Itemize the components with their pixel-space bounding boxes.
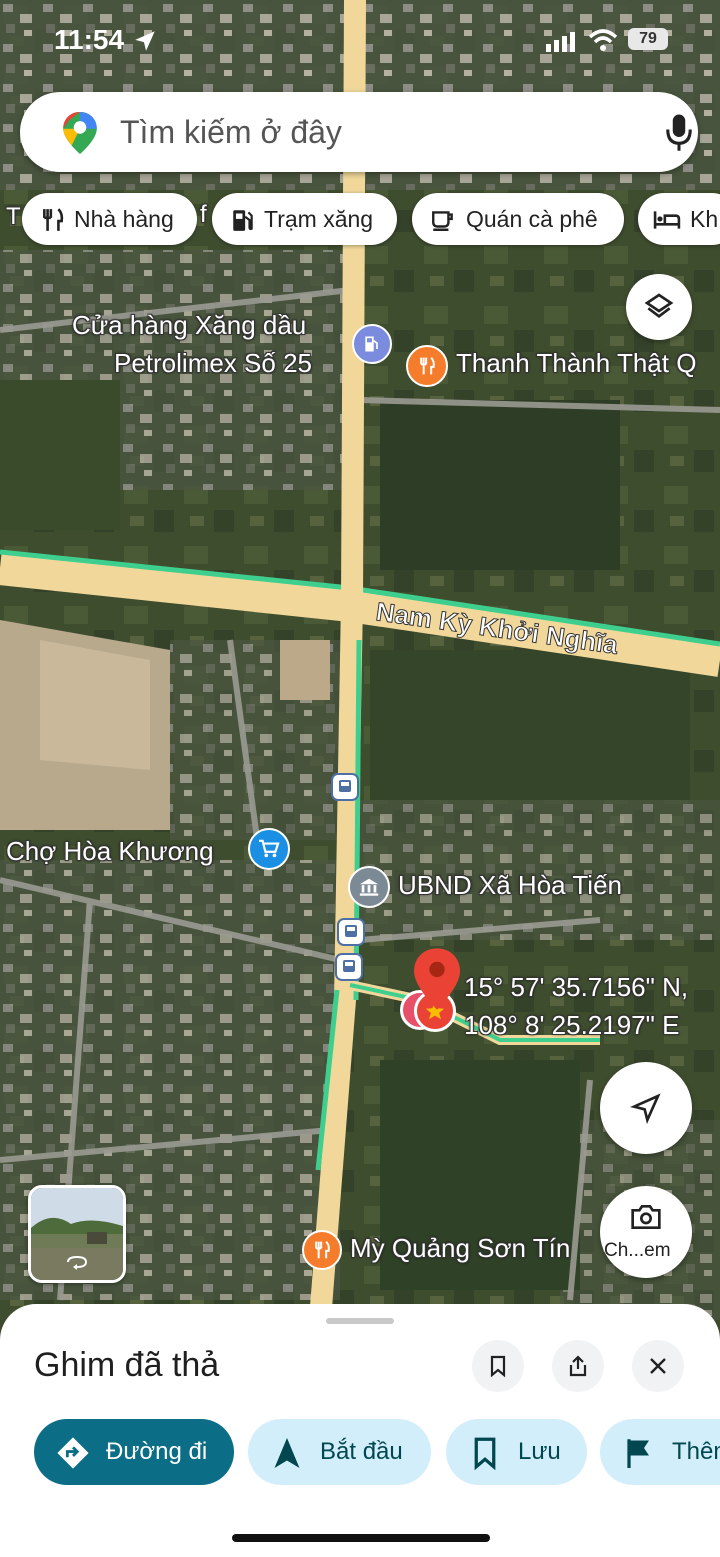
share-icon	[569, 1355, 587, 1377]
place-title: Ghim đã thả	[34, 1346, 220, 1384]
save-button[interactable]: Lưu	[446, 1419, 587, 1485]
cellular-signal-icon	[546, 32, 576, 57]
camera-search-icon	[631, 1205, 661, 1229]
directions-label: Đường đi	[106, 1438, 208, 1465]
bed-icon	[653, 211, 681, 229]
coffee-cup-icon	[432, 211, 453, 231]
poi-label-my-quang[interactable]: Mỳ Quảng Sơn Tín	[350, 1233, 570, 1264]
add-label-button[interactable]: Thêm	[600, 1419, 720, 1485]
map-label-fragment: T	[6, 203, 21, 230]
wifi-icon	[588, 28, 618, 57]
chip-label: Nhà hàng	[74, 206, 174, 232]
add-label-label: Thêm	[672, 1438, 720, 1465]
gas-pump-icon	[365, 336, 378, 352]
navigation-arrow-icon	[274, 1438, 300, 1468]
chip-label: Kh	[690, 206, 719, 232]
start-label: Bắt đầu	[320, 1438, 403, 1465]
status-time: 11:54	[54, 24, 125, 55]
rotate-360-icon	[67, 1255, 88, 1270]
restaurant-marker-my-quang[interactable]	[302, 1230, 342, 1270]
poi-label-fuel-line2[interactable]: Petrolimex Số 25	[114, 348, 312, 379]
street-view-thumbnail[interactable]	[28, 1185, 126, 1283]
share-button[interactable]	[552, 1340, 604, 1392]
directions-button[interactable]: Đường đi	[34, 1419, 234, 1485]
bookmark-icon	[490, 1355, 506, 1378]
poi-label-thanh-thanh[interactable]: Thanh Thành Thật Q	[456, 348, 696, 379]
bottom-sheet[interactable]: Ghim đã thả Đường đi Bắt đầu Lưu Thêm	[0, 1304, 720, 1557]
gas-station-icon	[233, 210, 253, 231]
search-input[interactable]: Tìm kiếm ở đây	[120, 114, 342, 151]
sheet-drag-handle[interactable]	[326, 1318, 394, 1324]
chip-label: Trạm xăng	[264, 206, 374, 232]
close-button[interactable]	[632, 1340, 684, 1392]
shopping-cart-marker[interactable]	[248, 828, 290, 870]
shopping-cart-icon	[259, 839, 280, 858]
fork-knife-icon	[315, 1240, 330, 1259]
map-label-fragment-f: f	[200, 201, 207, 228]
google-maps-pin-icon	[62, 112, 98, 159]
chip-gas-stations[interactable]: Trạm xăng	[212, 193, 397, 245]
dropped-pin-icon[interactable]	[414, 948, 460, 1010]
coordinates-latitude: 15° 57' 35.7156" N,	[464, 972, 689, 1002]
government-building-marker[interactable]	[348, 866, 390, 908]
poi-label-ubnd[interactable]: UBND Xã Hòa Tiến	[398, 870, 622, 901]
layers-button[interactable]	[626, 274, 692, 340]
coordinates-longitude: 108° 8' 25.2197" E	[464, 1010, 680, 1040]
bus-stop-icon[interactable]	[331, 773, 359, 801]
restaurant-marker-thanh-thanh[interactable]	[406, 345, 448, 387]
battery-indicator: 79	[628, 28, 668, 50]
layers-icon	[644, 293, 674, 318]
save-icon-button[interactable]	[472, 1340, 524, 1392]
category-chips: T Nhà hàng f Trạm xăng Quán cà phê Kh	[0, 193, 720, 247]
home-indicator[interactable]	[232, 1534, 490, 1542]
close-icon	[650, 1358, 666, 1374]
bus-stop-icon[interactable]	[335, 953, 363, 981]
fork-knife-icon	[420, 356, 435, 375]
chip-label: Quán cà phê	[466, 206, 598, 232]
location-arrow-icon	[132, 28, 158, 59]
poi-label-fuel-line1[interactable]: Cửa hàng Xăng dầu	[72, 310, 306, 341]
start-button[interactable]: Bắt đầu	[248, 1419, 431, 1485]
government-building-icon	[359, 878, 379, 896]
lens-camera-button[interactable]: Ch...em	[600, 1186, 692, 1278]
directions-icon	[57, 1437, 89, 1469]
status-bar: 11:54 79	[0, 22, 720, 62]
chip-coffee[interactable]: Quán cà phê	[412, 193, 624, 245]
fork-knife-icon	[43, 208, 64, 231]
save-label: Lưu	[518, 1438, 561, 1465]
microphone-icon[interactable]	[664, 112, 694, 157]
lens-label: Ch...em	[604, 1240, 671, 1261]
flag-icon	[627, 1439, 649, 1468]
bookmark-icon	[474, 1437, 496, 1470]
chip-restaurants[interactable]: Nhà hàng	[22, 193, 197, 245]
search-bar[interactable]: Tìm kiếm ở đây	[20, 92, 698, 172]
gas-station-marker[interactable]	[352, 324, 392, 364]
my-location-button[interactable]	[600, 1062, 692, 1154]
poi-label-market[interactable]: Chợ Hòa Khương	[6, 836, 214, 867]
bus-stop-icon[interactable]	[337, 918, 365, 946]
chip-hotels[interactable]: Kh	[638, 193, 720, 245]
navigation-arrow-icon	[630, 1093, 661, 1124]
